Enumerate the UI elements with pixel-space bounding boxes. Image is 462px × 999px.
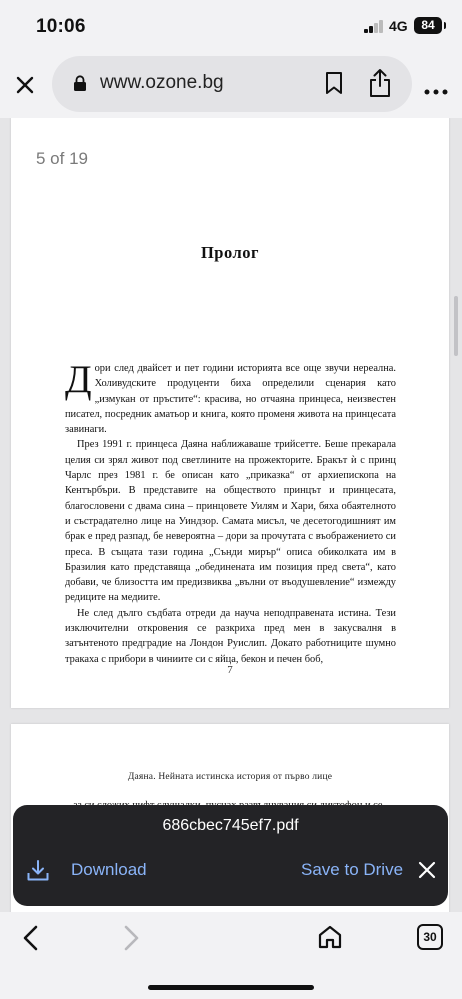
paragraph: През 1991 г. принцеса Даяна наближаваше …: [65, 439, 396, 604]
close-icon[interactable]: [10, 70, 40, 100]
scrollbar[interactable]: [454, 296, 458, 356]
browser-toolbar: www.ozone.bg: [0, 52, 462, 118]
close-icon[interactable]: [418, 861, 436, 879]
more-icon[interactable]: [424, 82, 448, 95]
battery-icon: 84: [414, 17, 446, 34]
bottom-toolbar: 30: [0, 912, 462, 999]
tab-count-button[interactable]: 30: [417, 924, 443, 950]
book-text: Дори след двайсет и пет години историята…: [65, 358, 396, 667]
status-bar: 10:06 4G 84: [0, 0, 462, 52]
paragraph: Дори след двайсет и пет години историята…: [65, 358, 396, 436]
chapter-title: Пролог: [200, 243, 260, 262]
home-indicator: [148, 985, 314, 990]
share-icon[interactable]: [368, 68, 392, 98]
back-arrow-icon[interactable]: [21, 925, 41, 951]
page-number: 7: [227, 664, 233, 676]
home-icon[interactable]: [317, 924, 343, 950]
page-counter: 5 of 19: [36, 149, 88, 168]
paragraph: Не след дълго съдбата отреди да науча не…: [65, 607, 396, 665]
bookmark-icon[interactable]: [324, 71, 344, 95]
download-button[interactable]: Download: [71, 860, 147, 880]
lock-icon: [73, 75, 87, 92]
url-text[interactable]: www.ozone.bg: [100, 72, 224, 94]
save-to-drive-button[interactable]: Save to Drive: [301, 860, 403, 880]
drop-cap: Д: [65, 358, 92, 401]
pdf-page: 5 of 19 Пролог Дори след двайсет и пет г…: [11, 118, 449, 708]
running-header: Даяна. Нейната истинска история от първо…: [127, 772, 333, 782]
file-name: 686cbec745ef7.pdf: [162, 817, 299, 834]
network-type: 4G: [389, 18, 408, 34]
download-icon[interactable]: [27, 860, 49, 881]
address-bar[interactable]: www.ozone.bg: [52, 56, 412, 112]
forward-arrow-icon[interactable]: [121, 925, 141, 951]
download-sheet: 686cbec745ef7.pdf Download Save to Drive: [13, 805, 448, 906]
signal-icon: [364, 20, 384, 33]
status-time: 10:06: [36, 16, 86, 37]
pdf-viewer[interactable]: 5 of 19 Пролог Дори след двайсет и пет г…: [0, 118, 462, 918]
